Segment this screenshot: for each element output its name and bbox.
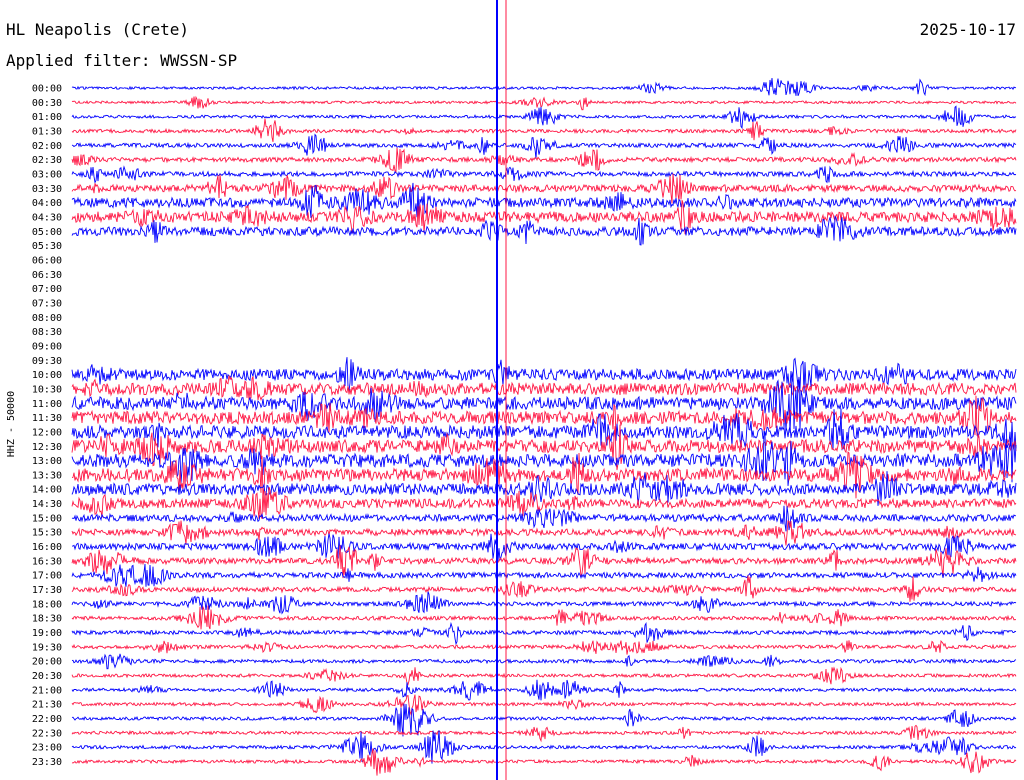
- hour-label: 04:00: [32, 198, 62, 209]
- hour-label: 06:30: [32, 270, 62, 281]
- hour-label: 19:30: [32, 642, 62, 653]
- hour-label: 09:30: [32, 356, 62, 367]
- hour-label: 13:00: [32, 456, 62, 467]
- hour-label: 12:00: [32, 427, 62, 438]
- hour-label: 05:00: [32, 227, 62, 238]
- hour-label: 17:30: [32, 585, 62, 596]
- y-axis-label: HHZ - 50000: [6, 391, 17, 457]
- hour-label: 15:30: [32, 528, 62, 539]
- hour-label: 21:30: [32, 700, 62, 711]
- station-title: HL Neapolis (Crete): [6, 20, 189, 39]
- hour-label: 08:30: [32, 327, 62, 338]
- hour-label: 02:30: [32, 155, 62, 166]
- hour-label: 13:30: [32, 470, 62, 481]
- hour-label: 01:30: [32, 127, 62, 138]
- date-label: 2025-10-17: [920, 20, 1016, 39]
- hour-label: 18:30: [32, 614, 62, 625]
- hour-label: 12:30: [32, 442, 62, 453]
- hour-label: 19:00: [32, 628, 62, 639]
- hour-label: 21:00: [32, 685, 62, 696]
- hour-label: 03:00: [32, 170, 62, 181]
- hour-label: 01:00: [32, 112, 62, 123]
- hour-label: 22:30: [32, 728, 62, 739]
- hour-label: 23:30: [32, 757, 62, 768]
- hour-label: 16:30: [32, 556, 62, 567]
- helicorder-plot: HL Neapolis (Crete) 2025-10-17 Applied f…: [0, 0, 1024, 780]
- hour-label: 20:30: [32, 671, 62, 682]
- hour-label: 22:00: [32, 714, 62, 725]
- hour-label: 04:30: [32, 213, 62, 224]
- hour-label: 16:00: [32, 542, 62, 553]
- hour-label: 09:00: [32, 341, 62, 352]
- hour-label: 02:00: [32, 141, 62, 152]
- hour-label: 07:30: [32, 298, 62, 309]
- hour-label: 00:00: [32, 84, 62, 95]
- hour-label: 10:30: [32, 384, 62, 395]
- hour-label: 08:00: [32, 313, 62, 324]
- hour-label: 14:00: [32, 485, 62, 496]
- hour-label: 23:00: [32, 743, 62, 754]
- hour-label: 10:00: [32, 370, 62, 381]
- hour-label: 05:30: [32, 241, 62, 252]
- hour-label: 11:30: [32, 413, 62, 424]
- hour-label: 14:30: [32, 499, 62, 510]
- hour-label: 07:00: [32, 284, 62, 295]
- hour-label: 17:00: [32, 571, 62, 582]
- hour-label: 06:00: [32, 256, 62, 267]
- hour-label: 18:00: [32, 599, 62, 610]
- hour-label: 20:00: [32, 657, 62, 668]
- hour-label: 03:30: [32, 184, 62, 195]
- filter-label: Applied filter: WWSSN-SP: [6, 51, 237, 70]
- hour-label: 00:30: [32, 98, 62, 109]
- hour-label: 11:00: [32, 399, 62, 410]
- hour-label: 15:00: [32, 513, 62, 524]
